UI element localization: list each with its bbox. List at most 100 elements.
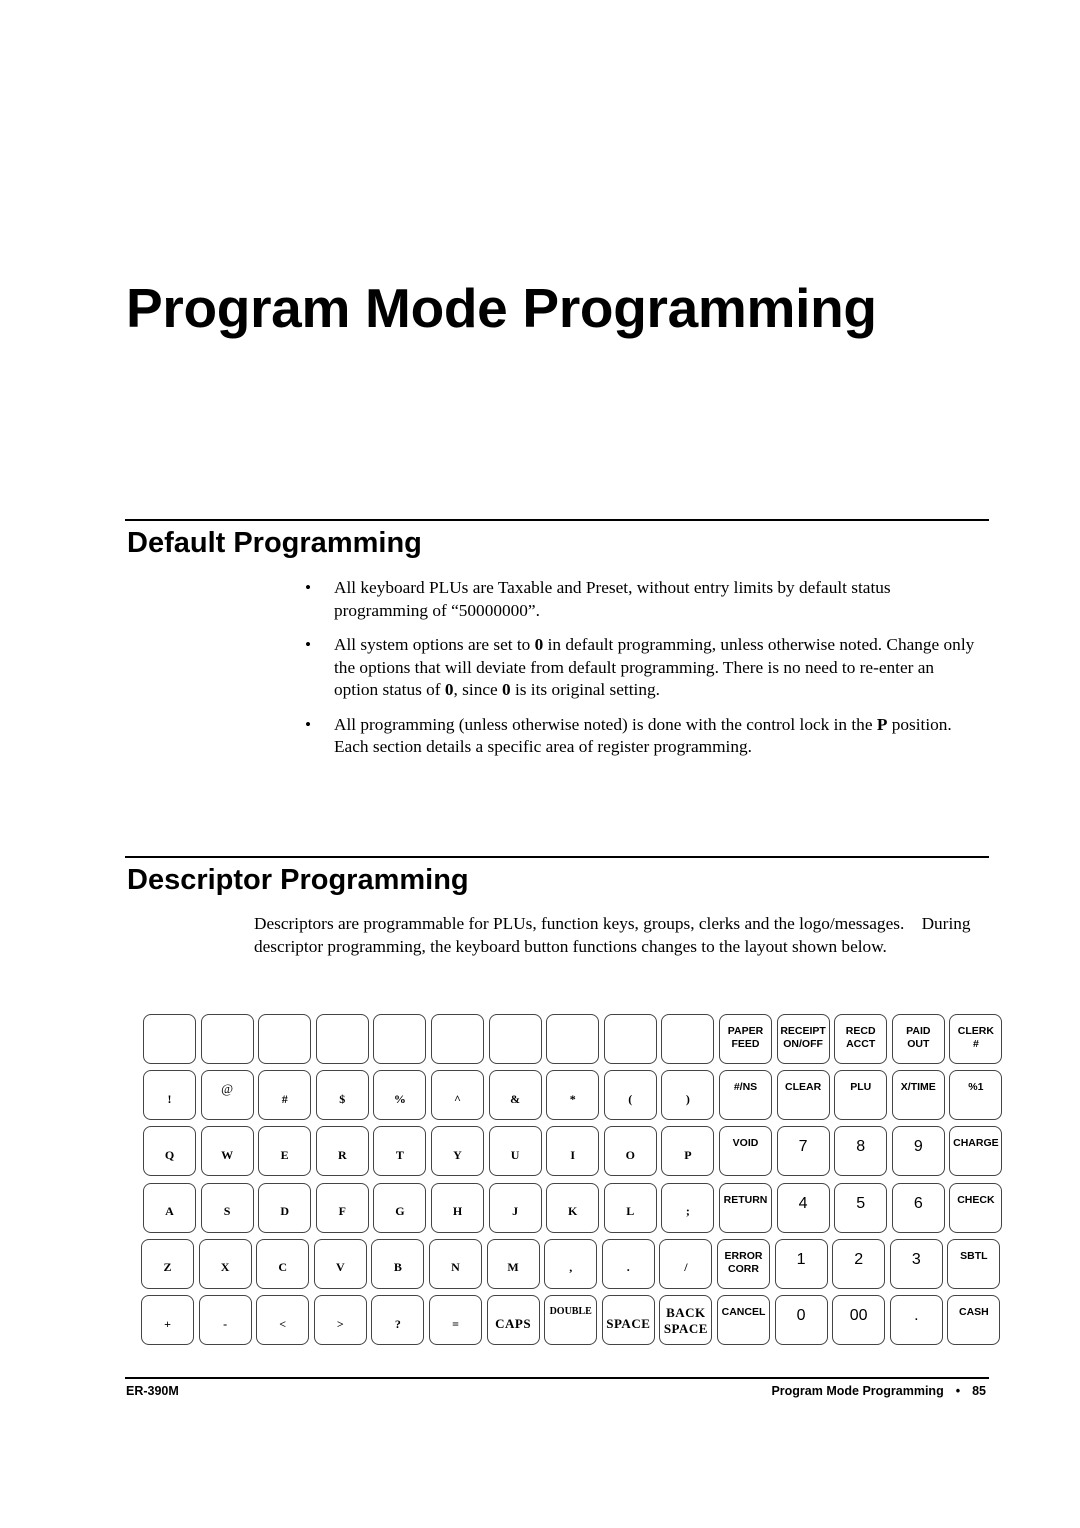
key-label: T bbox=[395, 1147, 404, 1162]
key-blank bbox=[431, 1014, 484, 1064]
key-label: Q bbox=[164, 1147, 175, 1162]
page-number: 85 bbox=[972, 1384, 986, 1398]
key-q: Q bbox=[143, 1126, 196, 1177]
key-check: CHECK bbox=[949, 1182, 1003, 1233]
key-label: RETURN bbox=[723, 1193, 768, 1206]
key-dollar: $ bbox=[315, 1070, 369, 1121]
key-label: CAPS bbox=[495, 1316, 532, 1331]
key-label: . bbox=[914, 1307, 919, 1324]
key-blank bbox=[373, 1014, 427, 1064]
key-label: 5 bbox=[856, 1194, 866, 1212]
key-k: K bbox=[546, 1182, 600, 1233]
key-label: > bbox=[336, 1316, 344, 1331]
section-title-descriptor-programming: Descriptor Programming bbox=[127, 864, 469, 896]
key-paper-feed: PAPER FEED bbox=[719, 1014, 772, 1064]
key-back-space: BACK SPACE bbox=[659, 1295, 713, 1345]
key-00: 00 bbox=[832, 1295, 886, 1345]
key-e: E bbox=[258, 1126, 312, 1177]
key-label: D bbox=[280, 1204, 290, 1219]
key-blank bbox=[200, 1014, 254, 1064]
key-label: N bbox=[451, 1260, 460, 1275]
key-label: #/NS bbox=[733, 1081, 758, 1094]
key-label: CHECK bbox=[957, 1193, 995, 1206]
chapter-title: Program Mode Programming bbox=[126, 277, 877, 339]
key-label: X/TIME bbox=[900, 1081, 936, 1094]
key-label: SPACE bbox=[606, 1316, 651, 1331]
key-label: O bbox=[625, 1147, 635, 1162]
key-label: F bbox=[338, 1204, 346, 1219]
key-label: RECEIPT ON/OFF bbox=[780, 1025, 826, 1050]
key-label: = bbox=[452, 1316, 459, 1331]
footer-section-name: Program Mode Programming bbox=[771, 1384, 944, 1398]
key-blank bbox=[488, 1014, 542, 1064]
key-label: ) bbox=[685, 1091, 690, 1106]
key-label: CASH bbox=[959, 1306, 989, 1318]
key-g: G bbox=[373, 1182, 427, 1233]
key-label: G bbox=[395, 1204, 405, 1219]
key-r: R bbox=[315, 1126, 369, 1177]
key-label: 8 bbox=[856, 1138, 866, 1156]
bullet-item: • All programming (unless otherwise noted… bbox=[300, 714, 980, 759]
key-label: A bbox=[165, 1204, 174, 1219]
key-label: B bbox=[393, 1260, 402, 1275]
key-label: L bbox=[626, 1204, 635, 1219]
key-5: 5 bbox=[834, 1182, 888, 1233]
key-label: Y bbox=[453, 1147, 462, 1162]
key-7: 7 bbox=[776, 1126, 830, 1177]
key-s: S bbox=[200, 1182, 254, 1233]
key-label: - bbox=[223, 1316, 228, 1331]
key-error-corr: ERROR CORR bbox=[717, 1238, 770, 1289]
key-label: 3 bbox=[911, 1250, 921, 1268]
key-label: @ bbox=[221, 1081, 234, 1097]
key-label: % bbox=[393, 1091, 406, 1106]
key-blank bbox=[661, 1014, 715, 1064]
key-label: . bbox=[626, 1260, 630, 1275]
key-label: K bbox=[568, 1204, 578, 1219]
key-label: & bbox=[510, 1091, 521, 1106]
key-slash: / bbox=[659, 1238, 713, 1289]
key-0: 0 bbox=[774, 1295, 828, 1345]
key-period: . bbox=[889, 1295, 943, 1345]
key-p: P bbox=[661, 1126, 715, 1177]
key-cash: CASH bbox=[947, 1295, 1001, 1345]
key-label: CLERK # bbox=[957, 1025, 994, 1050]
key-cancel: CANCEL bbox=[717, 1295, 770, 1345]
key-label: V bbox=[335, 1260, 345, 1275]
bullet-text: All programming (unless otherwise noted)… bbox=[334, 714, 952, 757]
key-label: # bbox=[281, 1091, 288, 1106]
key-label: < bbox=[279, 1316, 287, 1331]
key-label: 7 bbox=[798, 1138, 808, 1156]
key-h: H bbox=[431, 1182, 484, 1233]
key-label: C bbox=[278, 1260, 288, 1275]
key-o: O bbox=[603, 1126, 657, 1177]
key-c: C bbox=[256, 1238, 310, 1289]
key-clerk: CLERK # bbox=[949, 1014, 1003, 1064]
bullet-icon: • bbox=[305, 714, 312, 734]
key-label: X bbox=[220, 1260, 230, 1275]
key-label: ; bbox=[685, 1204, 690, 1219]
key-void: VOID bbox=[719, 1126, 772, 1177]
key-label: J bbox=[512, 1204, 519, 1219]
key-caret: ^ bbox=[431, 1070, 484, 1121]
key-blank bbox=[143, 1014, 196, 1064]
key-charge: CHARGE bbox=[949, 1126, 1003, 1177]
bullet-item: • All system options are set to 0 in defa… bbox=[300, 634, 980, 702]
bullet-text: All keyboard PLUs are Taxable and Preset… bbox=[334, 578, 891, 620]
key-label: 9 bbox=[913, 1138, 923, 1156]
key-percent-1: %1 bbox=[949, 1070, 1003, 1121]
key-i: I bbox=[546, 1126, 600, 1177]
key-label: ( bbox=[628, 1091, 633, 1106]
key-x-time: X/TIME bbox=[891, 1070, 945, 1121]
key-8: 8 bbox=[834, 1126, 888, 1177]
key-double: DOUBLE bbox=[544, 1295, 598, 1345]
footer-model: ER-390M bbox=[126, 1384, 179, 1398]
key-y: Y bbox=[431, 1126, 484, 1177]
key-no-sale: #/NS bbox=[719, 1070, 772, 1121]
key-9: 9 bbox=[891, 1126, 945, 1177]
key-plus: + bbox=[141, 1295, 194, 1345]
key-label: + bbox=[164, 1316, 171, 1331]
key-label: $ bbox=[339, 1091, 346, 1106]
key-period: . bbox=[601, 1238, 655, 1289]
key-label: PAID OUT bbox=[906, 1025, 931, 1050]
footer-page-info: Program Mode Programming • 85 bbox=[771, 1384, 986, 1398]
